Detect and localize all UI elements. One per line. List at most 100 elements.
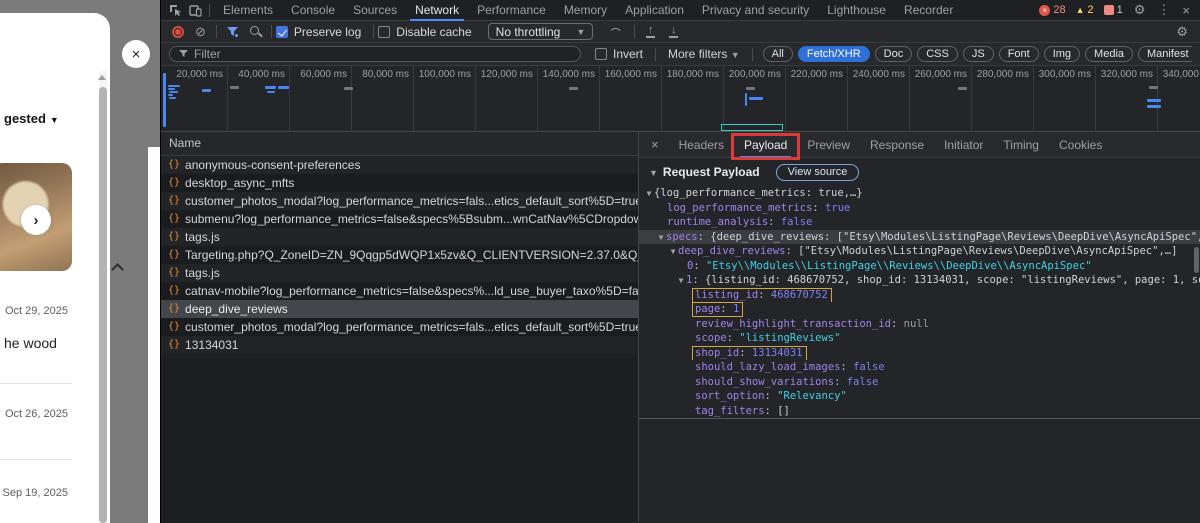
settings-gear-icon[interactable]: ⚙ — [1128, 2, 1152, 18]
tab-console[interactable]: Console — [282, 0, 344, 21]
payload-tree-row[interactable]: ▼{log_performance_metrics: true,…} — [639, 186, 1200, 201]
payload-tree-row[interactable]: shop_id: 13134031 — [639, 346, 1200, 361]
payload-tree-row[interactable]: listing_id: 468670752 — [639, 288, 1200, 303]
tab-network[interactable]: Network — [406, 0, 468, 21]
payload-tree-row[interactable]: should_show_variations: false — [639, 375, 1200, 390]
triangle-down-icon[interactable]: ▼ — [656, 231, 666, 245]
request-name: deep_dive_reviews — [185, 300, 288, 318]
view-source-button[interactable]: View source — [776, 164, 860, 181]
network-conditions-icon[interactable] — [609, 28, 622, 41]
payload-tree-row[interactable]: page: 1 — [639, 302, 1200, 317]
triangle-down-icon[interactable]: ▼ — [668, 245, 678, 259]
request-timeline-bar — [168, 94, 173, 96]
inspect-element-icon[interactable] — [165, 0, 185, 20]
table-row[interactable]: {}tags.js — [161, 264, 638, 282]
more-filters-dropdown[interactable]: More filters ▼ — [668, 47, 740, 61]
record-network-log-button[interactable] — [172, 26, 184, 38]
details-tab-cookies[interactable]: Cookies — [1049, 132, 1112, 158]
payload-tree-row[interactable]: ▼deep_dive_reviews: ["Etsy\Modules\Listi… — [639, 244, 1200, 259]
filter-chip-fetch-xhr[interactable]: Fetch/XHR — [798, 46, 870, 62]
tab-elements[interactable]: Elements — [214, 0, 282, 21]
payload-tree-row[interactable]: should_lazy_load_images: false — [639, 360, 1200, 375]
payload-tree-row[interactable]: runtime_analysis: false — [639, 215, 1200, 230]
filter-chip-doc[interactable]: Doc — [875, 46, 913, 62]
details-tab-preview[interactable]: Preview — [797, 132, 860, 158]
table-row[interactable]: {}customer_photos_modal?log_performance_… — [161, 192, 638, 210]
timeline-tick-label: 120,000 ms — [475, 69, 533, 80]
modal-scrollbar-thumb[interactable] — [99, 87, 107, 523]
table-row[interactable]: {}anonymous-consent-preferences — [161, 156, 638, 174]
request-payload-title[interactable]: ▼Request Payload — [649, 165, 760, 179]
close-details-icon[interactable]: × — [645, 137, 669, 152]
console-errors-badge[interactable]: ×28 — [1039, 4, 1065, 16]
tab-performance[interactable]: Performance — [468, 0, 555, 21]
payload-tree-row[interactable]: sort_option: "Relevancy" — [639, 389, 1200, 404]
payload-tree-row[interactable]: log_performance_metrics: true — [639, 201, 1200, 216]
devtools-close-icon[interactable]: × — [1176, 3, 1196, 18]
tab-memory[interactable]: Memory — [555, 0, 616, 21]
details-tab-timing[interactable]: Timing — [993, 132, 1049, 158]
filter-funnel-icon[interactable] — [227, 27, 238, 37]
suggested-sort-dropdown[interactable]: gested▼ — [4, 111, 59, 126]
payload-tree-row[interactable]: scope: "listingReviews" — [639, 331, 1200, 346]
preserve-log-checkbox[interactable] — [276, 26, 288, 38]
details-tab-headers[interactable]: Headers — [669, 132, 734, 158]
chevron-right-icon: › — [34, 212, 39, 229]
filter-chip-css[interactable]: CSS — [917, 46, 958, 62]
filter-chip-img[interactable]: Img — [1044, 46, 1080, 62]
payload-tree-row[interactable]: review_highlight_transaction_id: null — [639, 317, 1200, 332]
modal-close-button[interactable]: × — [122, 40, 150, 68]
request-timeline-bar — [1149, 86, 1158, 89]
annotation-highlight-box: page: 1 — [692, 302, 743, 317]
details-tab-response[interactable]: Response — [860, 132, 934, 158]
payload-tree-row[interactable]: ▼1: {listing_id: 468670752, shop_id: 131… — [639, 273, 1200, 288]
next-photo-button[interactable]: › — [21, 205, 51, 235]
table-row[interactable]: {}submenu?log_performance_metrics=false&… — [161, 210, 638, 228]
clear-network-log-icon[interactable]: ⊘ — [195, 24, 206, 40]
throttling-dropdown[interactable]: No throttling ▼ — [488, 23, 594, 40]
filter-chip-all[interactable]: All — [763, 46, 793, 62]
filter-chip-media[interactable]: Media — [1085, 46, 1133, 62]
issues-badge[interactable]: 1 — [1104, 4, 1123, 16]
import-har-icon[interactable]: ↑ — [646, 25, 655, 38]
disable-cache-checkbox[interactable] — [378, 26, 390, 38]
tab-lighthouse[interactable]: Lighthouse — [818, 0, 895, 21]
details-tab-initiator[interactable]: Initiator — [934, 132, 993, 158]
table-row[interactable]: {}deep_dive_reviews — [161, 300, 638, 318]
chevron-up-icon[interactable] — [111, 263, 124, 276]
tab-application[interactable]: Application — [616, 0, 693, 21]
export-har-icon[interactable]: ↓ — [669, 25, 678, 38]
table-row[interactable]: {}desktop_async_mfts — [161, 174, 638, 192]
network-overview-timeline[interactable]: 20,000 ms40,000 ms60,000 ms80,000 ms100,… — [161, 66, 1200, 132]
table-row[interactable]: {}customer_photos_modal?log_performance_… — [161, 318, 638, 336]
more-options-icon[interactable]: ⋮ — [1151, 2, 1176, 18]
tab-sources[interactable]: Sources — [344, 0, 406, 21]
triangle-down-icon[interactable]: ▼ — [644, 187, 654, 201]
table-row[interactable]: {}13134031 — [161, 336, 638, 354]
network-settings-gear-icon[interactable]: ⚙ — [1170, 24, 1194, 40]
table-row[interactable]: {}Targeting.php?Q_ZoneID=ZN_9Qqgp5dWQP1x… — [161, 246, 638, 264]
filter-chip-manifest[interactable]: Manifest — [1138, 46, 1192, 62]
device-toolbar-icon[interactable] — [185, 0, 205, 20]
payload-tree-row[interactable]: ▼specs: {deep_dive_reviews: ["Etsy\Modul… — [639, 230, 1200, 245]
payload-tree-row[interactable]: 0: "Etsy\\Modules\\ListingPage\\Reviews\… — [639, 259, 1200, 274]
triangle-down-icon[interactable]: ▼ — [676, 274, 686, 288]
console-warnings-badge[interactable]: ▲2 — [1076, 4, 1094, 16]
fetch-xhr-icon: {} — [168, 192, 180, 210]
name-column-header[interactable]: Name — [161, 132, 638, 156]
payload-token: : — [812, 202, 825, 214]
search-icon[interactable] — [250, 26, 259, 35]
invert-checkbox[interactable] — [595, 48, 607, 60]
details-scrollbar-thumb[interactable] — [1194, 247, 1199, 273]
tab-privacy-and-security[interactable]: Privacy and security — [693, 0, 818, 21]
table-row[interactable]: {}tags.js — [161, 228, 638, 246]
scrollbar-up-arrow-icon[interactable] — [98, 75, 106, 80]
table-row[interactable]: {}catnav-mobile?log_performance_metrics=… — [161, 282, 638, 300]
triangle-down-icon: ▼ — [649, 168, 658, 178]
details-tab-payload[interactable]: Payload — [734, 132, 797, 158]
tab-recorder[interactable]: Recorder — [895, 0, 962, 21]
filter-input[interactable]: Filter — [169, 46, 581, 62]
filter-chip-js[interactable]: JS — [963, 46, 994, 62]
filter-chip-font[interactable]: Font — [999, 46, 1039, 62]
payload-tree-row[interactable]: tag_filters: [] — [639, 404, 1200, 419]
